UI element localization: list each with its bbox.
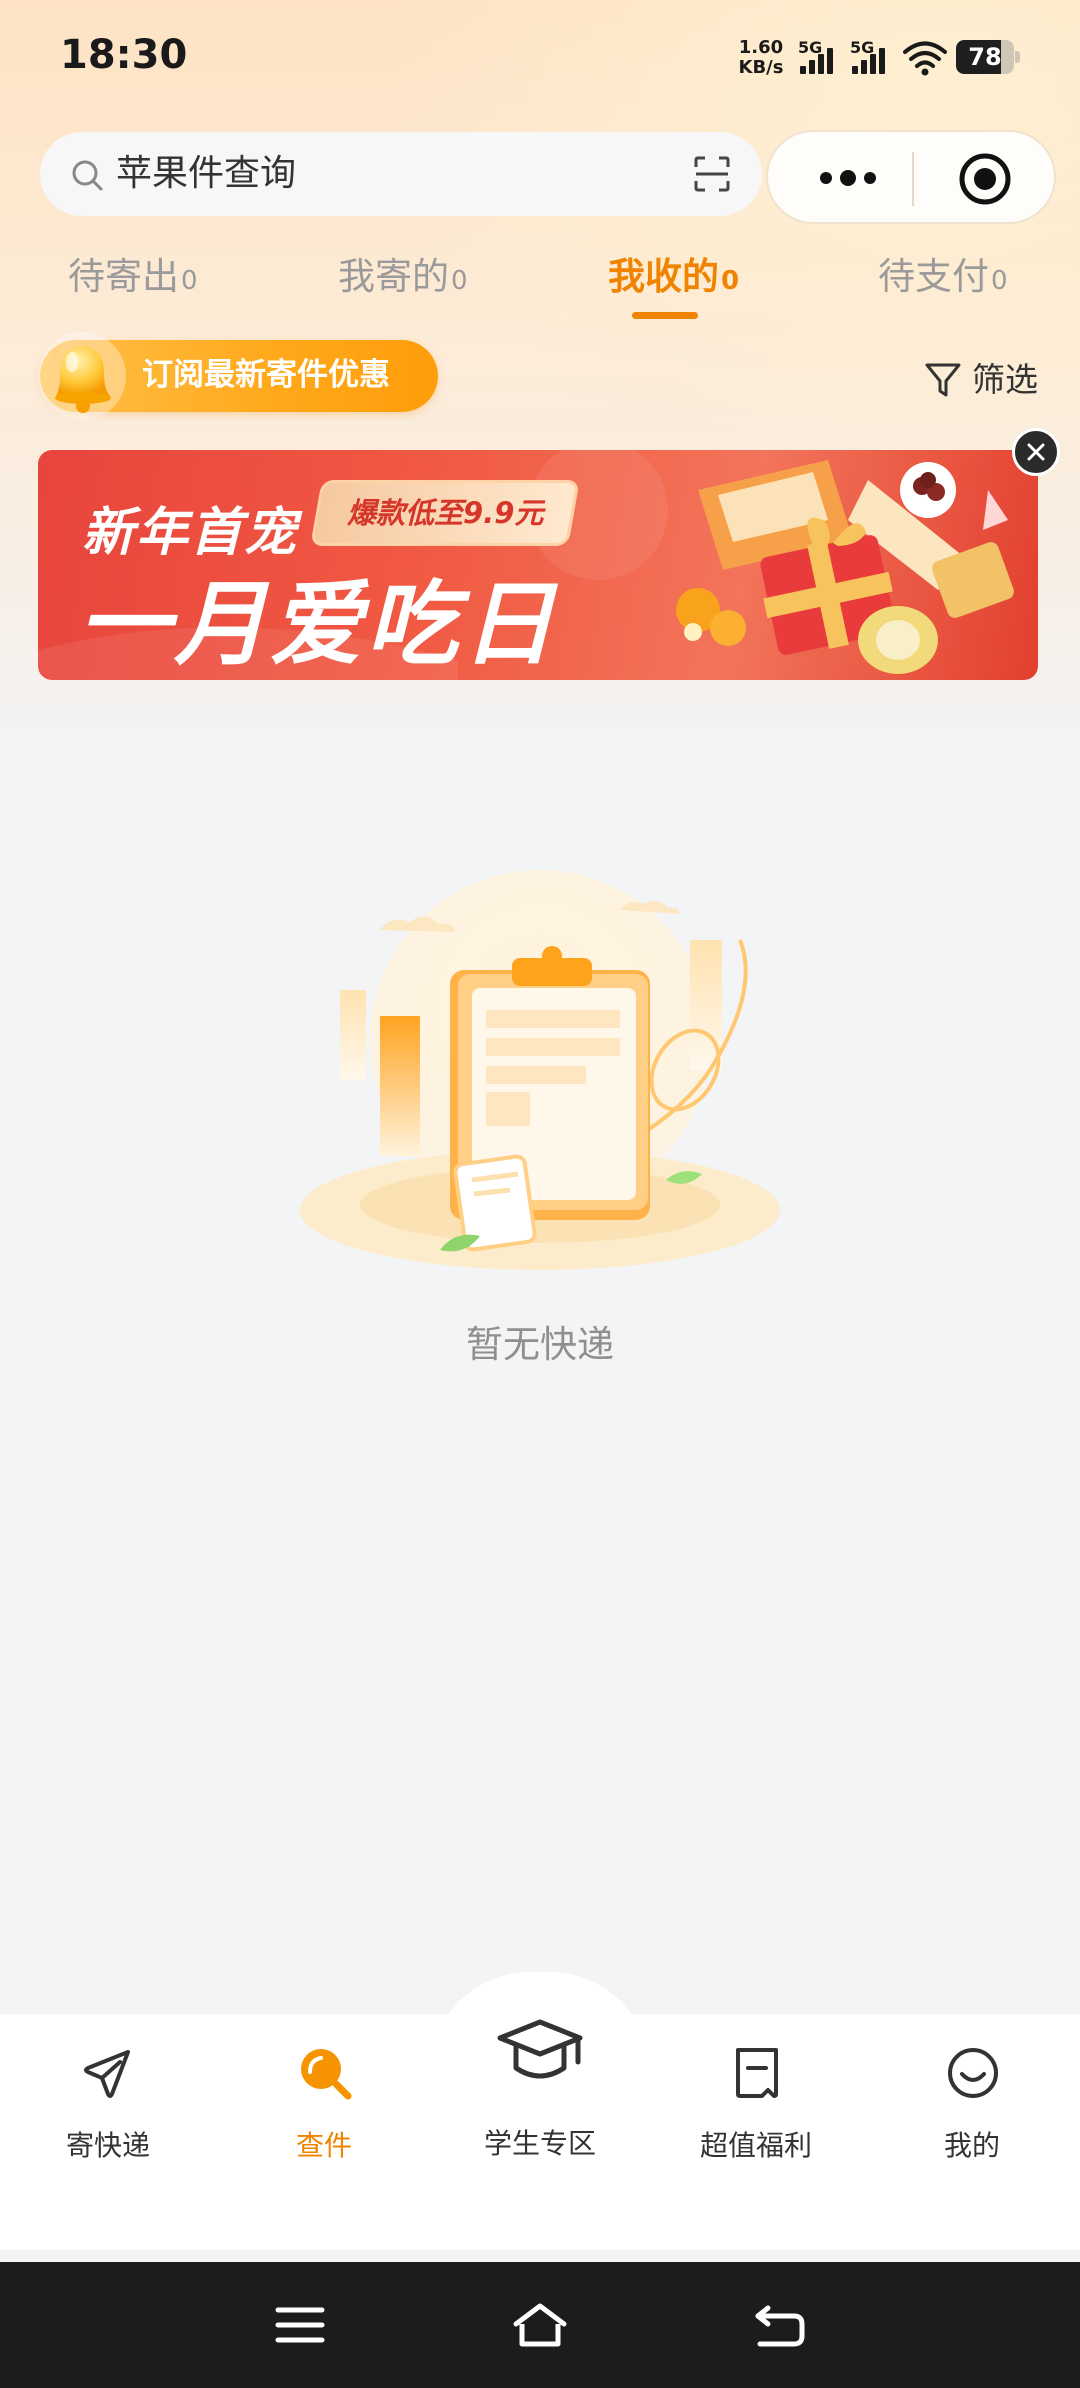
- order-tabs: 待寄出0 我寄的0 我收的0 待支付0: [0, 246, 1080, 326]
- network-speed-value: 1.60: [738, 37, 784, 58]
- banner-close-button[interactable]: [1012, 428, 1060, 476]
- tab-pending-send[interactable]: 待寄出0: [68, 246, 198, 316]
- network-speed-unit: KB/s: [738, 57, 784, 78]
- cellular-signal-icon: 5G: [798, 38, 844, 78]
- tab-received[interactable]: 我收的0: [608, 246, 739, 316]
- tab-label: 待支付: [878, 255, 989, 298]
- nav-great-deals[interactable]: 超值福利: [656, 2044, 856, 2174]
- empty-state-text: 暂无快递: [466, 1323, 614, 1366]
- banner-title-2: 一月爱吃日: [78, 571, 559, 678]
- close-miniprogram-icon[interactable]: [958, 152, 1012, 206]
- empty-clipboard-illustration: [300, 870, 780, 1270]
- send-icon: [84, 2050, 130, 2098]
- subscribe-button[interactable]: 订阅最新寄件优惠: [38, 332, 438, 420]
- promo-banner[interactable]: 新年首宠 爆款低至9.9元 一月爱吃日: [38, 450, 1038, 680]
- miniprogram-capsule: [766, 130, 1056, 224]
- scan-icon[interactable]: [692, 154, 732, 194]
- tab-count: 0: [991, 266, 1008, 296]
- nav-track-package[interactable]: 查件: [224, 2044, 424, 2174]
- status-bar: 18:30 1.60 KB/s 5G 5G 78: [0, 0, 1080, 118]
- banner-price-badge-text: 爆款低至9.9元: [347, 496, 544, 530]
- search-icon: [301, 2049, 352, 2100]
- tab-label: 我寄的: [338, 255, 449, 298]
- wifi-icon: [902, 38, 948, 78]
- nav-student-zone[interactable]: 学生专区: [440, 2010, 640, 2170]
- smile-icon: [948, 2048, 998, 2098]
- active-tab-indicator: [632, 312, 698, 319]
- bell-icon: [38, 332, 126, 420]
- filter-icon: [925, 363, 961, 397]
- system-navigation-bar: [0, 2262, 1080, 2388]
- filter-label: 筛选: [972, 360, 1038, 399]
- filter-button[interactable]: 筛选: [924, 356, 1044, 406]
- status-time: 18:30: [60, 32, 188, 78]
- tab-count: 0: [721, 266, 740, 296]
- capsule-divider: [912, 152, 914, 206]
- tab-label: 待寄出: [68, 255, 179, 298]
- tab-count: 0: [181, 266, 198, 296]
- cellular-signal-icon-2: 5G: [850, 38, 896, 78]
- search-input[interactable]: 苹果件查询: [116, 150, 296, 198]
- nav-label: 寄快递: [65, 2129, 150, 2162]
- banner-price-badge: 爆款低至9.9元: [310, 480, 581, 546]
- network-speed: 1.60 KB/s: [734, 38, 788, 78]
- back-icon[interactable]: [750, 2298, 810, 2352]
- tab-sent[interactable]: 我寄的0: [338, 246, 468, 316]
- search-icon: [72, 160, 103, 191]
- tab-label: 我收的: [608, 255, 719, 298]
- gift-box-illustration: [676, 460, 1014, 674]
- graduation-cap-icon: [497, 2019, 583, 2079]
- nav-label: 超值福利: [699, 2129, 812, 2162]
- tab-pending-payment[interactable]: 待支付0: [878, 246, 1008, 316]
- menu-icon[interactable]: [270, 2298, 330, 2352]
- more-icon[interactable]: [808, 160, 888, 196]
- nav-send-express[interactable]: 寄快递: [8, 2044, 208, 2174]
- nav-label: 我的: [943, 2129, 1000, 2162]
- home-icon[interactable]: [510, 2298, 570, 2352]
- coupon-icon: [736, 2048, 778, 2098]
- nav-profile[interactable]: 我的: [872, 2044, 1072, 2174]
- nav-label: 学生专区: [483, 2127, 596, 2160]
- nav-label: 查件: [295, 2129, 352, 2162]
- battery-level: 78: [968, 43, 1002, 71]
- search-bar[interactable]: 苹果件查询: [40, 132, 762, 216]
- tab-count: 0: [451, 266, 468, 296]
- battery-icon: 78: [956, 40, 1020, 74]
- subscribe-label: 订阅最新寄件优惠: [142, 357, 390, 393]
- close-icon: [1027, 443, 1045, 461]
